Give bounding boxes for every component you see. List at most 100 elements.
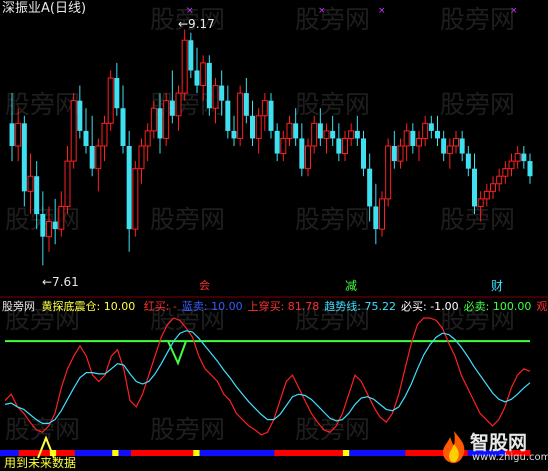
candle-down [77, 100, 83, 131]
candle-up [175, 92, 182, 117]
signal-bar-segment [81, 450, 88, 456]
candle-up [64, 160, 71, 207]
candle-down [354, 130, 360, 139]
candle-down [472, 168, 477, 207]
indicator-header: 股旁网 黄探底震仓: 10.00 红买: - 蓝卖: 10.00 上穿买: 81.7… [2, 300, 548, 314]
candle-up [95, 145, 102, 170]
candle-down [126, 146, 132, 230]
candle-down [40, 214, 46, 237]
candle-up [397, 145, 404, 162]
signal-bar-segment [405, 450, 413, 456]
chart-title: 深振业A(日线) [2, 1, 87, 16]
candle-down [231, 130, 237, 139]
candle-down [274, 130, 280, 154]
indicator-item: 必买: -1.00 [401, 300, 459, 313]
candle-up [379, 198, 385, 230]
signal-bar-segment [311, 450, 319, 456]
series-line [4, 330, 531, 424]
candle-up [508, 160, 515, 170]
candle-up [255, 115, 262, 139]
candle-down [367, 168, 373, 207]
candle-up [138, 145, 145, 170]
signal-bar-segment [330, 450, 338, 456]
candle-down [465, 153, 471, 169]
candle-down [299, 138, 305, 169]
signal-bar-segment [149, 450, 157, 456]
price-high-label: ←9.17 [178, 17, 215, 31]
candle-down [206, 62, 212, 109]
candle-down [521, 153, 527, 162]
candle-down [435, 130, 440, 139]
star-marker: × [510, 6, 518, 16]
signal-bar-segment [87, 450, 95, 456]
candle-up [261, 100, 268, 117]
candle-down [250, 115, 255, 139]
signal-mark-jian: 减 [345, 279, 358, 293]
signal-bar-segment [205, 450, 213, 456]
candle-up [46, 221, 52, 238]
indicator-item: 趋势线: 75.22 [324, 300, 396, 313]
signal-bar-segment [355, 450, 363, 456]
candle-up [70, 100, 77, 162]
signal-bar-segment [193, 450, 201, 456]
signal-bar-segment [274, 450, 282, 456]
candle-up [237, 92, 244, 139]
indicator-item: 上穿买: 81.78 [247, 300, 320, 313]
candle-down [34, 176, 40, 214]
candle-down [317, 123, 323, 139]
candle-down [361, 138, 366, 169]
flame-logo-icon [443, 431, 465, 463]
candle-up [342, 137, 348, 155]
signal-bar-segment [162, 450, 169, 456]
candle-up [385, 145, 392, 200]
signal-bar-segment [411, 450, 419, 456]
candle-down [188, 40, 194, 71]
candle-up [286, 122, 293, 139]
candle-up [422, 122, 429, 139]
signal-bar-segment [305, 450, 313, 456]
candle-down [391, 146, 397, 162]
signal-bar-segment [137, 450, 144, 456]
signal-bar-segment [187, 450, 194, 456]
signal-mark-cai: 财 [491, 279, 504, 293]
candle-down [9, 123, 15, 146]
signal-bar-segment [168, 450, 176, 456]
signal-bar-segment [380, 450, 388, 456]
candle-up [305, 145, 311, 170]
signal-bar-segment [199, 450, 207, 456]
signal-bar-segment [212, 450, 219, 456]
candle-up [101, 122, 108, 147]
signal-bar-segment [374, 450, 381, 456]
bottom-text: 用到未来数据 [4, 456, 77, 470]
signal-bar-segment [124, 450, 132, 456]
signal-bar-segment [286, 450, 294, 456]
candle-down [89, 146, 95, 169]
signal-bar-segment [342, 450, 350, 456]
series-line [4, 317, 531, 436]
signal-bar-segment [236, 450, 244, 456]
source-label: 股旁网 [2, 300, 35, 313]
signal-bar-segment [318, 450, 325, 456]
candle-up [132, 168, 139, 230]
star-marker: × [186, 6, 194, 16]
candle-up [181, 39, 188, 94]
signal-bar-segment [361, 450, 369, 456]
candle-up [348, 130, 355, 139]
candle-down [336, 138, 342, 154]
signal-bar-segment [399, 450, 406, 456]
candle-up [144, 130, 151, 147]
signal-bar-segment [386, 450, 394, 456]
signal-bar-segment [230, 450, 238, 456]
candle-up [107, 77, 114, 124]
indicator-value: 10.00 [103, 300, 136, 313]
candle-down [157, 108, 163, 139]
candle-up [453, 137, 459, 147]
candle-up [163, 100, 170, 139]
signal-mark-red: 会 [199, 279, 210, 292]
signal-bar-segment [249, 450, 257, 456]
candle-down [441, 138, 447, 154]
green-dip-line [167, 340, 187, 366]
candle-down [169, 100, 175, 116]
candle-down [428, 123, 434, 131]
candle-down [21, 123, 27, 192]
